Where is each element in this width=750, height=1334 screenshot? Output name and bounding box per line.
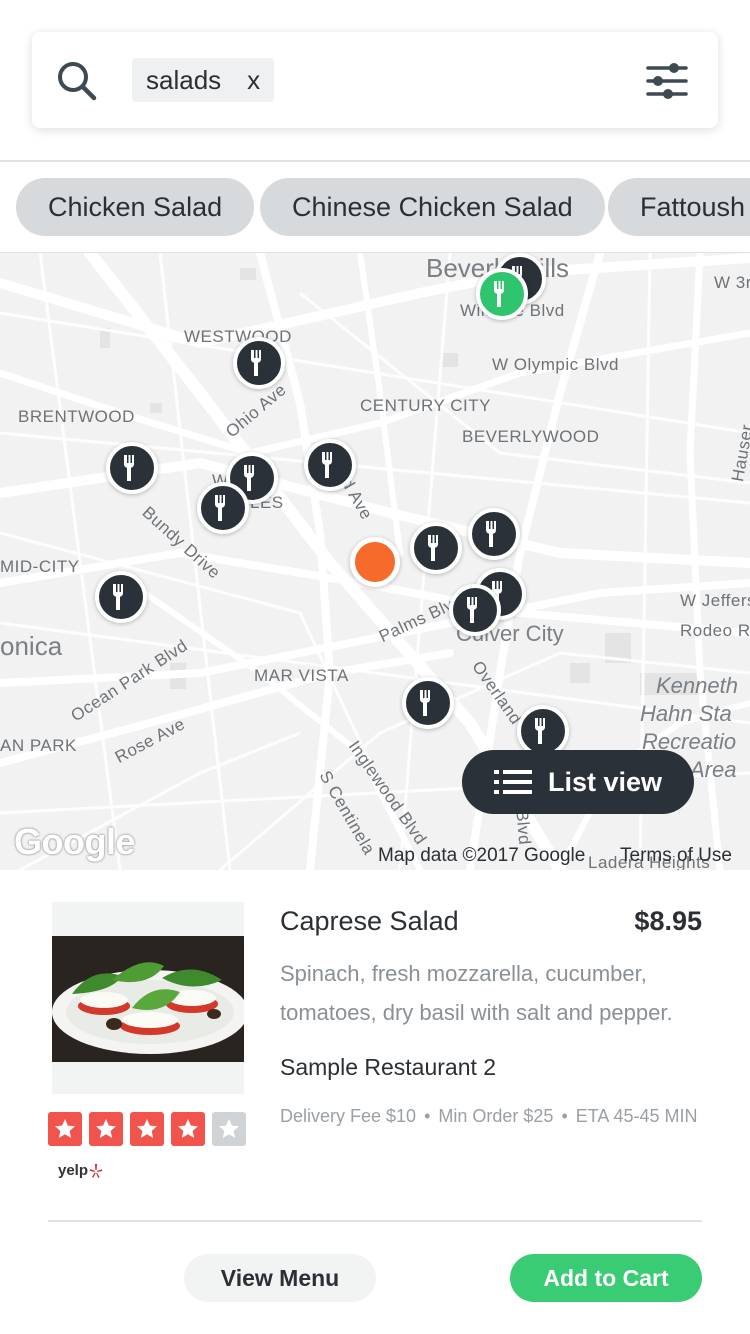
- map-label: AN PARK: [0, 736, 77, 755]
- search-bar[interactable]: salads x: [32, 32, 718, 128]
- suggestion-chips: Chicken Salad Chinese Chicken Salad Fatt…: [0, 162, 750, 252]
- fork-icon: [113, 584, 123, 610]
- remove-search-term-button[interactable]: x: [247, 65, 260, 96]
- fork-icon: [428, 535, 438, 561]
- star-empty-icon: [212, 1112, 246, 1146]
- fork-icon: [322, 452, 332, 478]
- restaurant-pin[interactable]: [106, 442, 158, 494]
- min-order: Min Order $25: [438, 1106, 554, 1126]
- add-to-cart-button[interactable]: Add to Cart: [510, 1254, 702, 1302]
- star-icon: [171, 1112, 205, 1146]
- map-label: onica: [0, 631, 63, 661]
- restaurant-pin[interactable]: [468, 508, 520, 560]
- item-photo: [52, 936, 244, 1062]
- fork-icon: [486, 521, 496, 547]
- map-label: BRENTWOOD: [18, 407, 135, 426]
- filter-sliders-icon[interactable]: [644, 58, 690, 104]
- fork-icon: [124, 455, 134, 481]
- map-label: MAR VISTA: [254, 666, 349, 685]
- map-data-attribution: Map data ©2017 Google: [378, 845, 586, 866]
- restaurant-pin-selected[interactable]: [476, 268, 528, 320]
- item-price: $8.95: [634, 906, 702, 936]
- view-menu-button[interactable]: View Menu: [184, 1254, 376, 1302]
- terms-of-use-link[interactable]: Terms of Use: [620, 845, 732, 867]
- card-divider: [48, 1220, 702, 1222]
- yelp-burst-icon: [89, 1163, 103, 1178]
- map-label: Hahn Sta: [640, 701, 732, 726]
- map-label: W Jeffers: [680, 591, 750, 610]
- map-label: Kenneth: [656, 673, 738, 698]
- separator-dot: •: [424, 1106, 431, 1126]
- yelp-logo: yelp: [58, 1162, 104, 1179]
- map-label: MID-CITY: [0, 557, 80, 576]
- restaurant-pin[interactable]: [304, 439, 356, 491]
- eta: ETA 45-45 MIN: [575, 1106, 698, 1126]
- restaurant-pin[interactable]: [95, 571, 147, 623]
- item-card[interactable]: yelp Caprese Salad $8.95 Spinach, fresh …: [0, 870, 750, 1334]
- map-label: Rodeo Ro: [680, 621, 750, 640]
- map-label: W Olympic Blvd: [492, 355, 619, 374]
- fork-icon: [535, 718, 545, 744]
- star-icon: [48, 1112, 82, 1146]
- star-icon: [130, 1112, 164, 1146]
- search-term-label: salads: [146, 64, 222, 95]
- map-label: W 3r: [714, 273, 750, 292]
- restaurant-pin[interactable]: [449, 584, 501, 636]
- separator-dot: •: [561, 1106, 568, 1126]
- fork-icon: [251, 350, 261, 376]
- map-label: CENTURY CITY: [360, 396, 492, 415]
- restaurant-name[interactable]: Sample Restaurant 2: [280, 1054, 496, 1081]
- delivery-fee: Delivery Fee $10: [280, 1106, 417, 1126]
- map-label: Area: [690, 757, 737, 782]
- fork-icon: [244, 465, 254, 491]
- restaurant-pin[interactable]: [197, 482, 249, 534]
- delivery-info: Delivery Fee $10 • Min Order $25 • ETA 45-45…: [280, 1096, 700, 1136]
- google-logo: Google: [14, 821, 136, 862]
- suggestion-chip[interactable]: Fattoush Salad: [608, 178, 750, 236]
- item-description: Spinach, fresh mozzarella, cucumber, tom…: [280, 961, 673, 1025]
- restaurant-pin[interactable]: [402, 677, 454, 729]
- search-term-chip[interactable]: salads x: [132, 58, 275, 102]
- rating-stars: [48, 1112, 246, 1146]
- search-header: salads x: [0, 0, 750, 160]
- restaurant-pin[interactable]: [233, 337, 285, 389]
- restaurant-pin[interactable]: [410, 522, 462, 574]
- fork-icon: [215, 495, 225, 521]
- list-view-label: List view: [547, 766, 663, 797]
- star-icon: [89, 1112, 123, 1146]
- map-view[interactable]: Beverly Hills Wilshire Blvd W 3r WESTWOO…: [0, 253, 750, 870]
- fork-icon: [420, 690, 430, 716]
- yelp-wordmark: yelp: [58, 1162, 89, 1179]
- map-label: BEVERLYWOOD: [462, 427, 600, 446]
- item-photo-frame: [52, 902, 244, 1094]
- list-icon: [493, 770, 532, 794]
- item-title: Caprese Salad: [280, 906, 459, 936]
- fork-icon: [494, 281, 504, 307]
- current-location-marker: [350, 537, 400, 587]
- list-view-button[interactable]: List view: [462, 750, 694, 814]
- fork-icon: [467, 597, 477, 623]
- suggestion-chip[interactable]: Chicken Salad: [16, 178, 255, 236]
- suggestion-chip[interactable]: Chinese Chicken Salad: [260, 178, 605, 236]
- search-icon[interactable]: [54, 58, 100, 104]
